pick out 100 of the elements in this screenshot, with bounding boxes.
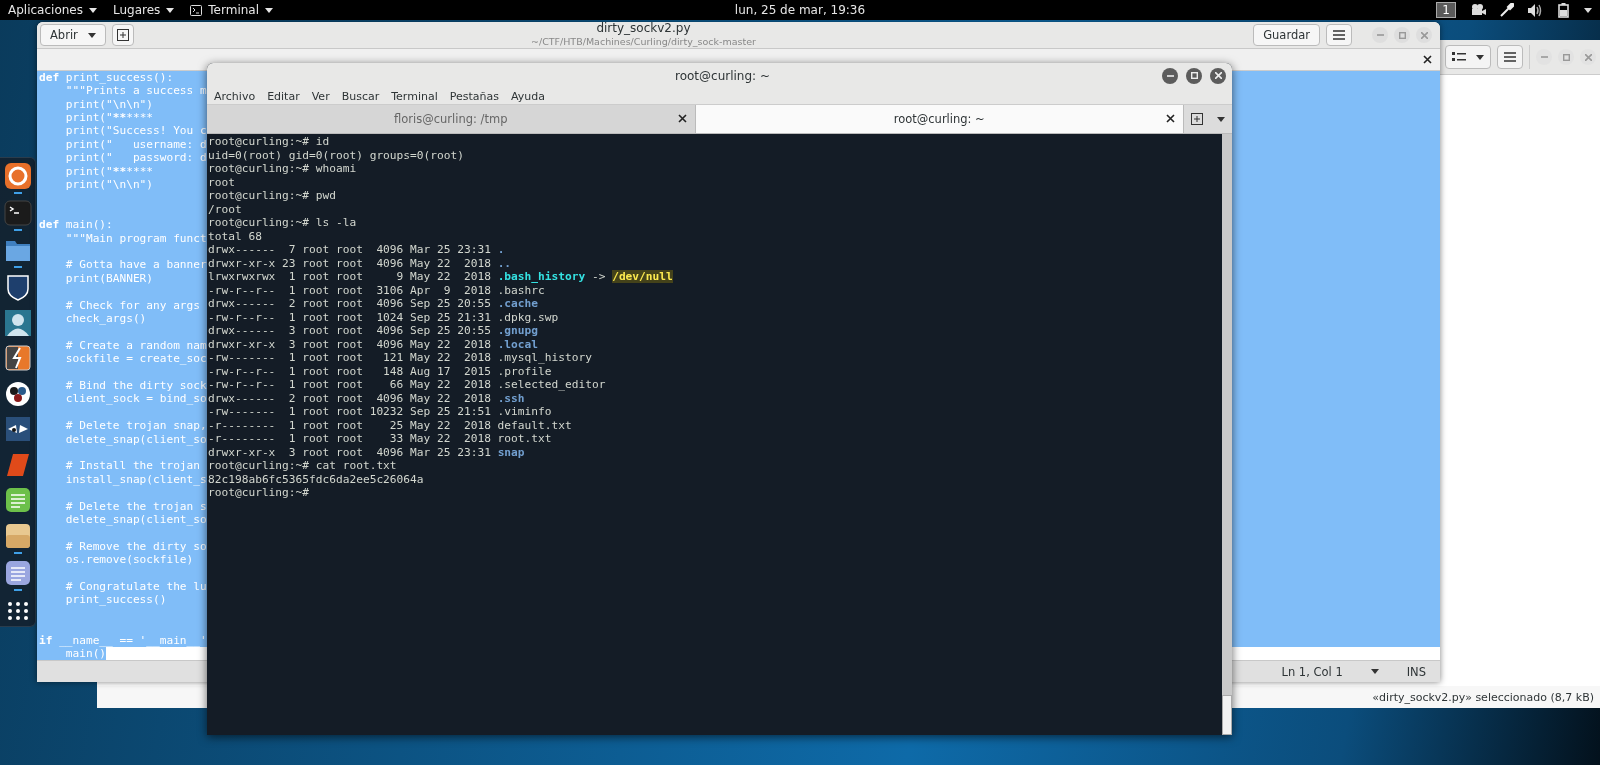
- terminal-line: root@curling:~#: [208, 486, 311, 500]
- terminal-line: -rw-r--r-- 1 root root 148 Aug 17 2015 .profile: [208, 364, 553, 378]
- terminal-tab[interactable]: root@curling: ~: [695, 105, 1184, 133]
- terminal-line: -rw-r--r-- 1 root root 1024 Sep 25 21:31 .dpkg.swp: [208, 310, 560, 324]
- code-line: print("Success! You c: [64, 124, 207, 138]
- code-line: print(" password: d: [64, 151, 207, 165]
- code-line: check_args(): [64, 312, 147, 326]
- menu-item[interactable]: Editar: [261, 88, 306, 104]
- terminal-line: root: [208, 175, 236, 189]
- caret-icon: [265, 7, 274, 13]
- tabs-menu-button[interactable]: [1217, 116, 1225, 122]
- minimize-icon: [1540, 56, 1548, 58]
- terminal-line: -rw------- 1 root root 10232 Sep 25 21:51 .viminfo: [208, 405, 553, 419]
- menu-item[interactable]: Buscar: [335, 88, 386, 104]
- code-line: sockfile = create_soc: [64, 352, 207, 366]
- terminal-icon[interactable]: [3, 199, 32, 227]
- code-line: client_sock = bind_so: [64, 392, 207, 406]
- battery-icon[interactable]: [1558, 2, 1570, 18]
- close-icon[interactable]: [677, 114, 687, 123]
- camera-icon[interactable]: [1470, 4, 1486, 16]
- window-title: root@curling: ~: [674, 68, 771, 83]
- minimize-icon: [1376, 34, 1384, 37]
- terminal-line: drwx------ 2 root root 4096 May 22 2018 .ssh: [208, 391, 526, 405]
- box-icon[interactable]: [3, 521, 32, 550]
- code-line: # Bind the dirty sock: [64, 379, 207, 393]
- status-text: «dirty_sockv2.py» seleccionado (8,7 kB): [1372, 691, 1594, 704]
- menu-button[interactable]: [1326, 24, 1352, 47]
- menu-button[interactable]: [1497, 45, 1523, 69]
- new-document-icon: [116, 29, 129, 42]
- code-line: install_snap(client_s: [64, 472, 207, 487]
- terminal-line: 82c198ab6fc5365fdc6da2ee5c26064a: [208, 472, 425, 486]
- close-tab-button[interactable]: [1423, 54, 1432, 64]
- scrollbar[interactable]: [1222, 134, 1232, 735]
- workspace-indicator[interactable]: 1: [1436, 2, 1456, 18]
- code-line: # Remove the dirty so: [64, 539, 207, 554]
- terminal-line: drwxr-xr-x 3 root root 4096 Mar 25 23:31 snap: [208, 445, 526, 459]
- terminal-line: root@curling:~# pwd: [208, 189, 337, 203]
- code-line: def print_success():: [38, 70, 174, 85]
- close-icon: [1423, 54, 1432, 64]
- menu-item[interactable]: Ver: [305, 88, 336, 104]
- code-line: print("\n\n"): [64, 178, 154, 192]
- close-icon: [1584, 53, 1592, 61]
- code-line: os.remove(sockfile): [64, 553, 194, 567]
- open-button[interactable]: Abrir: [40, 24, 106, 47]
- code-line: delete_snap(client_so: [64, 432, 207, 447]
- save-button[interactable]: Guardar: [1253, 24, 1320, 47]
- menu-button[interactable]: Lugares: [112, 3, 175, 17]
- lightning-icon[interactable]: [3, 344, 32, 372]
- maximize-icon: [1562, 53, 1570, 61]
- terminal-line: drwx------ 2 root root 4096 Sep 25 20:55 .cache: [208, 297, 540, 311]
- cursor-position[interactable]: Ln 1, Col 1: [1281, 664, 1343, 679]
- code-line: # Delete the trojan s: [64, 499, 207, 514]
- menu-item[interactable]: Pestañas: [443, 88, 505, 104]
- terminal-line: -rw------- 1 root root 121 May 22 2018 .mysql_history: [208, 351, 593, 365]
- caret-icon: [1584, 7, 1592, 13]
- terminal-tab[interactable]: floris@curling: /tmp: [207, 105, 696, 133]
- caret-icon: [166, 7, 175, 13]
- new-tab-button[interactable]: [1191, 113, 1203, 125]
- menu-button[interactable]: Terminal: [190, 3, 274, 17]
- pen-icon[interactable]: [1500, 3, 1514, 17]
- close-icon[interactable]: [1166, 114, 1175, 123]
- menu-button[interactable]: Aplicaciones: [8, 3, 97, 17]
- document-icon[interactable]: [3, 558, 32, 587]
- terminal-line: drwxr-xr-x 23 root root 4096 May 22 2018 ..: [208, 256, 513, 270]
- menu-item[interactable]: Ayuda: [505, 88, 551, 104]
- list-view-icon: [1452, 52, 1466, 62]
- close-button[interactable]: [1210, 67, 1226, 84]
- circles-icon[interactable]: [3, 379, 32, 408]
- code-line: print("******: [64, 111, 154, 125]
- terminal-line: drwx------ 7 root root 4096 Mar 25 23:31 .: [208, 243, 506, 257]
- view-menu-button[interactable]: [1445, 45, 1491, 69]
- new-tab-icon: [1191, 113, 1203, 125]
- maximize-icon: [1398, 31, 1406, 39]
- code-line: # Congratulate the lu: [64, 580, 207, 594]
- notes-icon[interactable]: [3, 486, 32, 514]
- menu-item[interactable]: Terminal: [385, 88, 444, 104]
- avatar-icon[interactable]: [3, 308, 32, 337]
- code-line: if __name__ == '__main__': [38, 633, 207, 648]
- code-line: # Check for any args: [64, 298, 200, 312]
- minimize-button[interactable]: [1162, 67, 1178, 84]
- position-menu-button[interactable]: [1370, 669, 1379, 675]
- volume-icon[interactable]: [1528, 3, 1544, 17]
- code-line: print(BANNER): [64, 271, 154, 286]
- clock[interactable]: lun, 25 de mar, 19:36: [734, 3, 866, 17]
- caret-icon: [87, 32, 96, 38]
- code-line: print("******: [64, 164, 154, 178]
- code-line: print("\n\n"): [64, 97, 154, 111]
- close-icon: [1214, 72, 1222, 79]
- menu-item[interactable]: Archivo: [208, 88, 262, 104]
- caret-icon: [1370, 669, 1379, 675]
- code-line: delete_snap(client_so: [64, 513, 207, 527]
- mask-icon[interactable]: [3, 415, 32, 443]
- close-icon: [1420, 31, 1428, 39]
- maximize-button[interactable]: [1186, 67, 1202, 84]
- file-path: ~/CTF/HTB/Machines/Curling/dirty_sock-master: [530, 35, 756, 49]
- browser-icon[interactable]: [3, 162, 32, 190]
- code-line: # Delete trojan snap,: [64, 419, 207, 433]
- new-tab-button[interactable]: [111, 24, 134, 47]
- code-line: print_success(): [64, 593, 167, 607]
- maximize-icon: [1190, 72, 1198, 79]
